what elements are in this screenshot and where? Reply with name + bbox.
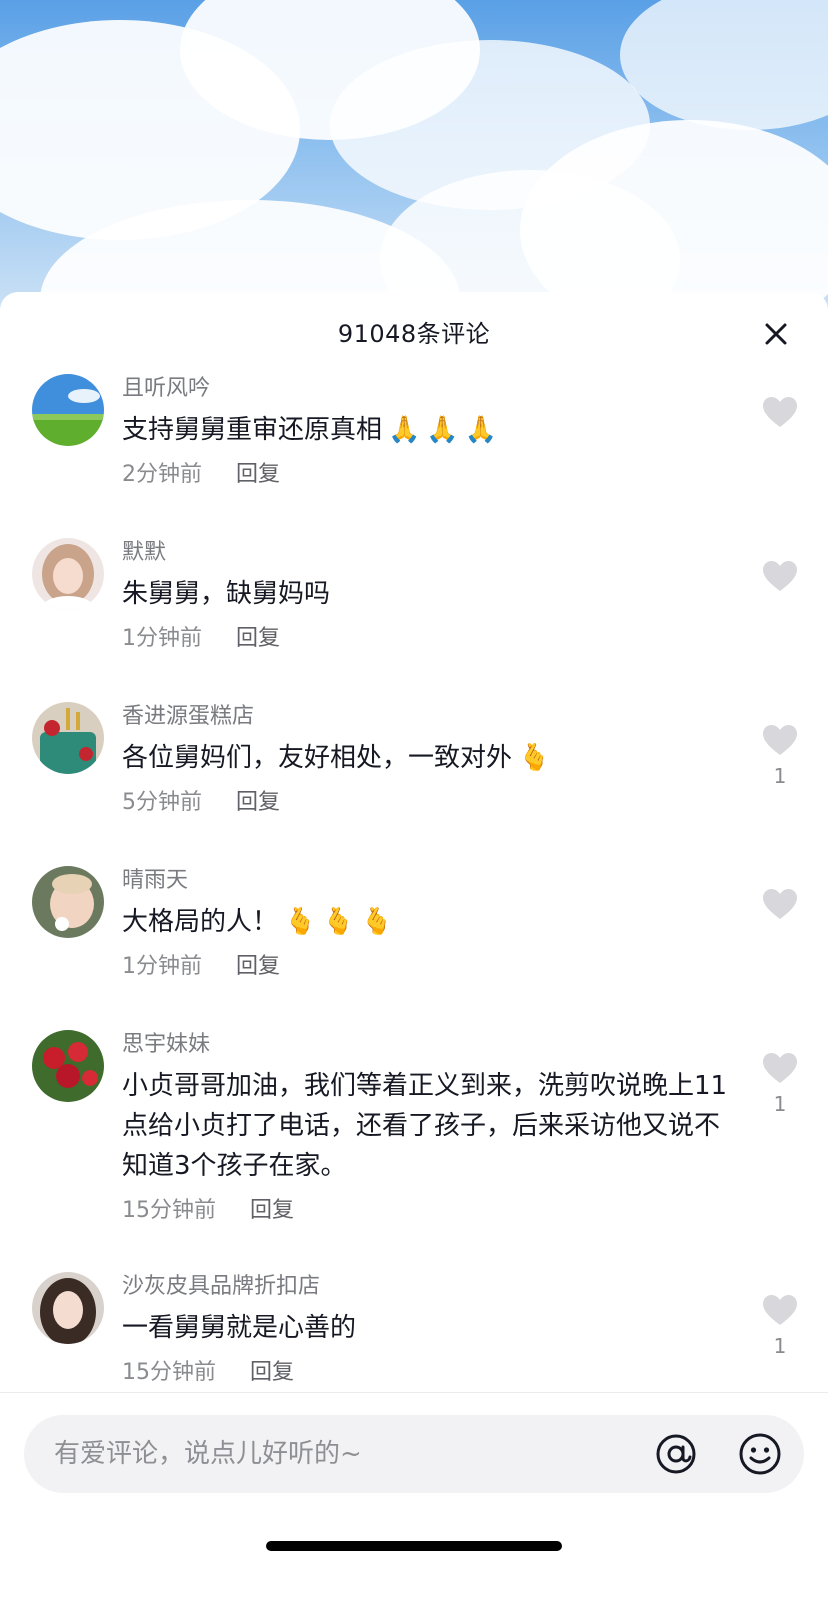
heart-icon: [763, 1053, 797, 1083]
landscape-avatar[interactable]: [32, 374, 104, 446]
comment-time: 2分钟前: [122, 462, 202, 487]
comment-item: 且听风吟 支持舅舅重审还原真相 🙏 🙏 🙏 2分钟前 回复: [0, 374, 828, 538]
reply-button[interactable]: 回复: [250, 1196, 294, 1226]
reply-button[interactable]: 回复: [236, 624, 280, 654]
roses-avatar[interactable]: [32, 1030, 104, 1102]
comments-count-title: 91048条评论: [337, 320, 491, 348]
like-count: 1: [773, 764, 787, 788]
comment-text: 大格局的人！ 🫰 🫰 🫰: [122, 902, 732, 942]
comment-time: 15分钟前: [122, 1360, 216, 1385]
comment-time: 15分钟前: [122, 1198, 216, 1223]
comment-time: 1分钟前: [122, 954, 202, 979]
comments-sheet: 91048条评论 且听风吟 支持舅舅重审还原真相 🙏 🙏 🙏 2分钟前 回复 默…: [0, 292, 828, 1603]
reply-button[interactable]: 回复: [236, 788, 280, 818]
comment-username[interactable]: 晴雨天: [122, 866, 732, 896]
comment-username[interactable]: 默默: [122, 538, 732, 568]
comment-text: 一看舅舅就是心善的: [122, 1313, 357, 1343]
heart-icon: [763, 561, 797, 591]
finger-heart-emoji: 🫰: [518, 743, 551, 773]
comment-meta: 1分钟前 回复: [122, 952, 732, 982]
comments-header: 91048条评论: [0, 292, 828, 374]
like-button[interactable]: 1: [760, 1294, 800, 1358]
pray-emoji: 🙏: [464, 415, 498, 445]
comment-input-placeholder: 有爱评论，说点儿好听的~: [54, 1439, 362, 1469]
baby-avatar[interactable]: [32, 866, 104, 938]
comment-text: 支持舅舅重审还原真相 🙏 🙏 🙏: [122, 410, 732, 450]
reply-button[interactable]: 回复: [236, 460, 280, 490]
background-sky-image: [0, 0, 828, 320]
at-icon: [656, 1434, 696, 1474]
home-indicator[interactable]: [266, 1541, 562, 1551]
comment-time: 1分钟前: [122, 626, 202, 651]
comment-meta: 5分钟前 回复: [122, 788, 732, 818]
comment-time: 5分钟前: [122, 790, 202, 815]
comment-text: 各位舅妈们，友好相处，一致对外 🫰: [122, 738, 732, 778]
cake-avatar[interactable]: [32, 702, 104, 774]
comment-username[interactable]: 沙灰皮具品牌折扣店: [122, 1272, 732, 1302]
comment-username[interactable]: 思宇妹妹: [122, 1030, 732, 1060]
close-icon: [765, 323, 787, 345]
close-button[interactable]: [762, 320, 790, 348]
like-count: 1: [773, 1092, 787, 1116]
comment-meta: 2分钟前 回复: [122, 460, 732, 490]
comment-username[interactable]: 香进源蛋糕店: [122, 702, 732, 732]
comment-text: 朱舅舅，缺舅妈吗: [122, 579, 331, 609]
like-button[interactable]: 1: [760, 724, 800, 788]
comment-composer: 有爱评论，说点儿好听的~: [0, 1392, 828, 1603]
emoji-button[interactable]: [738, 1432, 782, 1476]
heart-icon: [763, 889, 797, 919]
comment-meta: 1分钟前 回复: [122, 624, 732, 654]
woman-avatar[interactable]: [32, 1272, 104, 1344]
finger-heart-emoji: 🫰: [322, 907, 355, 937]
heart-icon: [763, 397, 797, 427]
comment-item: 默默 朱舅舅，缺舅妈吗 1分钟前 回复: [0, 538, 828, 702]
heart-icon: [763, 725, 797, 755]
reply-button[interactable]: 回复: [236, 952, 280, 982]
like-button[interactable]: [760, 396, 800, 436]
smile-icon: [739, 1433, 781, 1475]
comment-meta: 15分钟前 回复: [122, 1358, 732, 1388]
pray-emoji: 🙏: [426, 415, 459, 445]
heart-icon: [763, 1295, 797, 1325]
girl-avatar[interactable]: [32, 538, 104, 610]
comment-list: 且听风吟 支持舅舅重审还原真相 🙏 🙏 🙏 2分钟前 回复 默默 朱舅舅，缺舅妈…: [0, 374, 828, 1436]
pray-emoji: 🙏: [388, 415, 421, 445]
like-button[interactable]: [760, 888, 800, 928]
like-count: 1: [773, 1334, 787, 1358]
comment-item: 香进源蛋糕店 各位舅妈们，友好相处，一致对外 🫰 5分钟前 回复 1: [0, 702, 828, 866]
finger-heart-emoji: 🫰: [284, 907, 317, 937]
mention-button[interactable]: [654, 1432, 698, 1476]
comment-input[interactable]: 有爱评论，说点儿好听的~: [24, 1415, 804, 1493]
comment-username[interactable]: 且听风吟: [122, 374, 732, 404]
reply-button[interactable]: 回复: [250, 1358, 294, 1388]
comment-meta: 15分钟前 回复: [122, 1196, 732, 1226]
finger-heart-emoji: 🫰: [360, 907, 394, 937]
like-button[interactable]: 1: [760, 1052, 800, 1116]
comment-text: 小贞哥哥加油，我们等着正义到来，洗剪吹说晚上11点给小贞打了电话，还看了孩子，后…: [122, 1071, 728, 1181]
like-button[interactable]: [760, 560, 800, 600]
comment-item: 晴雨天 大格局的人！ 🫰 🫰 🫰 1分钟前 回复: [0, 866, 828, 1030]
comment-item: 思宇妹妹 小贞哥哥加油，我们等着正义到来，洗剪吹说晚上11点给小贞打了电话，还看…: [0, 1030, 828, 1272]
